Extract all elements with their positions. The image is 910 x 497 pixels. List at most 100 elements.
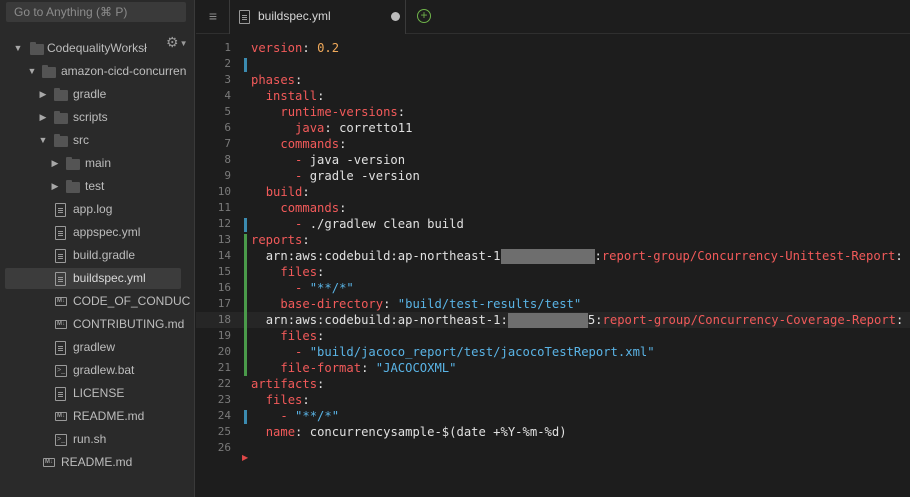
tree-file-buildspec-yml[interactable]: buildspec.yml — [5, 268, 181, 289]
unsaved-indicator-icon[interactable] — [391, 12, 400, 21]
tree-file-contributing[interactable]: M↓ CONTRIBUTING.md — [0, 314, 195, 335]
tree-folder-gradle[interactable]: ▶ gradle — [0, 84, 195, 105]
yaml-string: "JACOCOXML" — [375, 361, 457, 375]
code-line-4[interactable]: install: — [251, 88, 325, 104]
terminal-icon: >_ — [55, 434, 67, 446]
change-marker — [244, 410, 247, 424]
tree-item-label: appspec.yml — [73, 225, 141, 239]
yaml-key: files — [265, 393, 303, 407]
tree-folder-test[interactable]: ▶ test — [0, 176, 195, 197]
yaml-key: reports — [251, 233, 303, 247]
code-line-5[interactable]: runtime-versions: — [251, 104, 405, 120]
folder-icon — [66, 157, 80, 170]
yaml-key: version — [251, 41, 303, 55]
code-line-15[interactable]: files: — [251, 264, 324, 280]
code-line-23[interactable]: files: — [251, 392, 310, 408]
line-number: 3 — [224, 73, 231, 86]
redacted-account-id — [507, 313, 588, 328]
folder-icon — [66, 180, 80, 193]
tree-folder-codequalityworkshop[interactable]: ▼ CodequalityWorksł — [0, 38, 195, 59]
redacted-account-id — [500, 249, 595, 264]
line-number: 13 — [217, 233, 231, 246]
tree-folder-src[interactable]: ▼ src — [0, 130, 195, 151]
yaml-string: "build/jacoco_report/test/jacocoTestRepo… — [309, 345, 655, 359]
tree-item-label: test — [85, 179, 105, 193]
line-number: 14 — [217, 249, 231, 262]
chevron-down-icon[interactable]: ▼ — [13, 38, 23, 59]
line-number: 5 — [224, 105, 231, 118]
tree-file-gradlew-bat[interactable]: >_ gradlew.bat — [0, 360, 195, 381]
code-line-9[interactable]: - gradle -version — [251, 168, 420, 184]
line-number: 6 — [224, 121, 231, 134]
chevron-down-icon[interactable]: ▼ — [38, 130, 48, 151]
code-line-14[interactable]: arn:aws:codebuild:ap-northeast-1:report-… — [251, 248, 903, 264]
yaml-key: commands — [280, 137, 340, 151]
chevron-right-icon[interactable]: ▶ — [38, 84, 48, 105]
code-line-20[interactable]: - "build/jacoco_report/test/jacocoTestRe… — [251, 344, 655, 360]
line-number: 26 — [217, 441, 231, 454]
chevron-right-icon[interactable]: ▶ — [50, 153, 60, 174]
chevron-right-icon[interactable]: ▶ — [38, 107, 48, 128]
yaml-key: runtime-versions — [280, 105, 398, 119]
tree-folder-scripts[interactable]: ▶ scripts — [0, 107, 195, 128]
chevron-right-icon[interactable]: ▶ — [50, 176, 60, 197]
tree-file-build-gradle[interactable]: build.gradle — [0, 245, 195, 266]
folder-icon — [30, 42, 44, 55]
code-line-21[interactable]: file-format: "JACOCOXML" — [251, 360, 456, 376]
line-number: 9 — [224, 169, 231, 182]
change-marker — [244, 218, 247, 232]
tab-label: buildspec.yml — [258, 9, 331, 23]
code-line-7[interactable]: commands: — [251, 136, 346, 152]
tree-item-label: gradle — [73, 87, 107, 101]
folder-icon — [54, 134, 68, 147]
code-editor[interactable]: 1 2 3 4 5 6 7 8 9 10 11 12 13 14 15 16 1… — [196, 35, 910, 497]
tree-item-label: LICENSE — [73, 386, 125, 400]
code-line-24[interactable]: - "**/*" — [251, 408, 339, 424]
tree-file-run-sh[interactable]: >_ run.sh — [0, 429, 195, 450]
code-line-13[interactable]: reports: — [251, 232, 310, 248]
tree-file-app-log[interactable]: app.log — [0, 199, 195, 220]
go-to-anything-input[interactable]: Go to Anything (⌘ P) — [6, 2, 186, 22]
tree-file-readme-inner[interactable]: M↓ README.md — [0, 406, 195, 427]
code-line-25[interactable]: name: concurrencysample-$(date +%Y-%m-%d… — [251, 424, 567, 440]
line-number: 11 — [217, 201, 231, 214]
chevron-down-icon[interactable]: ▼ — [27, 61, 37, 82]
add-tab-icon[interactable]: + — [417, 9, 431, 23]
tab-bar: ≡ buildspec.yml + — [196, 0, 910, 34]
tree-item-label: gradlew.bat — [73, 363, 135, 377]
code-line-18[interactable]: arn:aws:codebuild:ap-northeast-1: 5:repor… — [251, 312, 903, 328]
tab-buildspec-yml[interactable]: buildspec.yml — [230, 0, 406, 34]
arn-suffix: report-group/Concurrency-Coverage-Report — [602, 313, 897, 327]
code-line-6[interactable]: java: corretto11 — [251, 120, 412, 136]
code-line-22[interactable]: artifacts: — [251, 376, 324, 392]
code-line-11[interactable]: commands: — [251, 200, 346, 216]
code-line-17[interactable]: base-directory: "build/test-results/test… — [251, 296, 581, 312]
file-icon — [239, 10, 250, 24]
code-line-10[interactable]: build: — [251, 184, 310, 200]
tree-item-label: CodequalityWorksł — [47, 41, 147, 55]
code-line-16[interactable]: - "**/*" — [251, 280, 354, 296]
yaml-value: gradle -version — [309, 169, 420, 183]
tree-file-gradlew[interactable]: gradlew — [0, 337, 195, 358]
tree-file-code-of-conduct[interactable]: M↓ CODE_OF_CONDUC — [0, 291, 195, 312]
fold-arrow-icon[interactable]: ▶ — [242, 453, 248, 462]
terminal-icon: >_ — [55, 365, 67, 377]
tree-file-license[interactable]: LICENSE — [0, 383, 195, 404]
line-number: 16 — [217, 281, 231, 294]
tree-file-readme-outer[interactable]: M↓ README.md — [0, 452, 195, 473]
code-line-19[interactable]: files: — [251, 328, 324, 344]
file-icon — [55, 203, 66, 217]
code-line-8[interactable]: - java -version — [251, 152, 405, 168]
code-line-1[interactable]: version: 0.2 — [251, 40, 339, 56]
yaml-string: "**/*" — [295, 409, 340, 423]
yaml-string: "build/test-results/test" — [397, 297, 582, 311]
yaml-key: commands — [280, 201, 340, 215]
tree-folder-amazon-cicd[interactable]: ▼ amazon-cicd-concurren — [0, 61, 195, 82]
line-number: 2 — [224, 57, 231, 70]
file-explorer-sidebar: Go to Anything (⌘ P) ⚙▼ ▼ CodequalityWor… — [0, 0, 195, 497]
tree-file-appspec-yml[interactable]: appspec.yml — [0, 222, 195, 243]
code-line-3[interactable]: phases: — [251, 72, 302, 88]
code-line-12[interactable]: - ./gradlew clean build — [251, 216, 464, 232]
tree-folder-main[interactable]: ▶ main — [0, 153, 195, 174]
hamburger-menu-icon[interactable]: ≡ — [206, 6, 220, 26]
